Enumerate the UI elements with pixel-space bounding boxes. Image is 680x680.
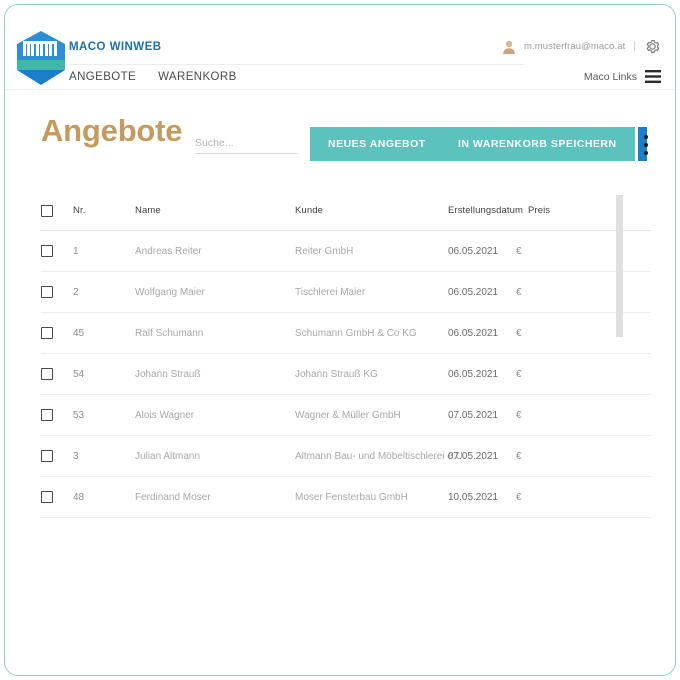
row-select-cell — [41, 450, 73, 462]
search-input[interactable] — [195, 137, 298, 154]
row-checkbox[interactable] — [41, 450, 53, 462]
row-checkbox[interactable] — [41, 245, 53, 257]
table-row[interactable]: 53Alois WagnerWagner & Müller GmbH07.05.… — [41, 395, 651, 436]
row-select-cell — [41, 286, 73, 298]
table-row[interactable]: 54Johann StraußJohann Strauß KG06.05.202… — [41, 354, 651, 395]
cell-name: Wolfgang Maier — [135, 287, 295, 298]
kebab-dot-2 — [644, 143, 648, 147]
cell-preis: € — [516, 328, 576, 339]
row-checkbox[interactable] — [41, 409, 53, 421]
brand-title: MACO WINWEB — [69, 41, 161, 53]
cell-kunde: Reiter GmbH — [295, 246, 448, 257]
column-header-name[interactable]: Name — [135, 205, 295, 216]
search-field — [195, 133, 298, 154]
cell-nr: 2 — [73, 287, 135, 298]
nav-item-warenkorb[interactable]: WARENKORB — [158, 71, 237, 83]
cell-kunde: Moser Fensterbau GmbH — [295, 492, 448, 503]
save-to-cart-button-group: IN WARENKORB SPEICHERN — [440, 127, 647, 161]
user-email: m.musterfrau@maco.at — [524, 41, 625, 52]
offers-table: Nr. Name Kunde Erstellungsdatum Preis 1A… — [41, 191, 651, 518]
row-checkbox[interactable] — [41, 491, 53, 503]
new-offer-button[interactable]: NEUES ANGEBOT — [310, 127, 444, 161]
cell-nr: 3 — [73, 451, 135, 462]
cell-preis: € — [516, 410, 576, 421]
select-all-cell — [41, 205, 73, 217]
cell-datum: 07.05.2021 — [448, 410, 516, 421]
cell-preis: € — [516, 451, 576, 462]
more-options-icon[interactable] — [639, 135, 653, 155]
row-select-cell — [41, 491, 73, 503]
table-header-row: Nr. Name Kunde Erstellungsdatum Preis — [41, 191, 651, 231]
nav-item-angebote[interactable]: ANGEBOTE — [69, 71, 136, 83]
cell-kunde: Wagner & Müller GmbH — [295, 410, 448, 421]
cell-nr: 1 — [73, 246, 135, 257]
app-window: MACO WINWEB ANGEBOTE WARENKORB m.musterf… — [4, 4, 676, 676]
row-checkbox[interactable] — [41, 368, 53, 380]
main-navigation: ANGEBOTE WARENKORB — [69, 71, 237, 83]
cell-nr: 53 — [73, 410, 135, 421]
app-header: MACO WINWEB ANGEBOTE WARENKORB m.musterf… — [5, 5, 675, 90]
kebab-dot-1 — [644, 135, 648, 139]
maco-logo[interactable] — [15, 30, 67, 86]
cell-name: Andreas Reiter — [135, 246, 295, 257]
cell-name: Ralf Schumann — [135, 328, 295, 339]
hamburger-menu-icon[interactable] — [645, 70, 661, 83]
cell-kunde: Tischlerei Maier — [295, 287, 448, 298]
table-row[interactable]: 1Andreas ReiterReiter GmbH06.05.2021€ — [41, 231, 651, 272]
row-checkbox[interactable] — [41, 327, 53, 339]
column-header-nr[interactable]: Nr. — [73, 205, 135, 216]
header-divider — [69, 64, 524, 65]
cell-preis: € — [516, 369, 576, 380]
cell-kunde: Schumann GmbH & Co KG — [295, 328, 448, 339]
page-title: Angebote — [41, 113, 182, 149]
cell-nr: 45 — [73, 328, 135, 339]
table-row[interactable]: 45Ralf SchumannSchumann GmbH & Co KG06.0… — [41, 313, 651, 354]
cell-name: Johann Strauß — [135, 369, 295, 380]
select-all-checkbox[interactable] — [41, 205, 53, 217]
user-avatar-icon — [501, 39, 517, 55]
table-row[interactable]: 48Ferdinand MoserMoser Fensterbau GmbH10… — [41, 477, 651, 518]
cell-name: Alois Wagner — [135, 410, 295, 421]
user-area: m.musterfrau@maco.at | — [501, 38, 661, 55]
maco-links-label: Maco Links — [584, 71, 637, 83]
row-select-cell — [41, 409, 73, 421]
column-header-datum[interactable]: Erstellungsdatum — [448, 205, 528, 216]
column-header-preis[interactable]: Preis — [528, 205, 588, 216]
save-to-cart-button[interactable]: IN WARENKORB SPEICHERN — [440, 127, 635, 161]
cell-preis: € — [516, 287, 576, 298]
new-offer-button-group: NEUES ANGEBOT — [310, 127, 456, 161]
kebab-dot-3 — [644, 151, 648, 155]
maco-logo-icon — [15, 30, 67, 86]
cell-datum: 07.05.2021 — [448, 451, 516, 462]
cell-datum: 06.05.2021 — [448, 246, 516, 257]
column-header-kunde[interactable]: Kunde — [295, 205, 448, 216]
row-select-cell — [41, 245, 73, 257]
row-select-cell — [41, 368, 73, 380]
cell-nr: 54 — [73, 369, 135, 380]
table-scrollbar-thumb[interactable] — [616, 195, 623, 337]
cell-preis: € — [516, 246, 576, 257]
cell-name: Ferdinand Moser — [135, 492, 295, 503]
gear-icon[interactable] — [644, 38, 661, 55]
toolbar: Angebote NEUES ANGEBOT IN WARENKORB SPEI… — [5, 113, 675, 175]
row-select-cell — [41, 327, 73, 339]
user-separator: | — [632, 41, 637, 52]
table-body: 1Andreas ReiterReiter GmbH06.05.2021€2Wo… — [41, 231, 651, 518]
cell-name: Julian Altmann — [135, 451, 295, 462]
row-checkbox[interactable] — [41, 286, 53, 298]
cell-datum: 06.05.2021 — [448, 369, 516, 380]
cell-kunde: Johann Strauß KG — [295, 369, 448, 380]
table-row[interactable]: 2Wolfgang MaierTischlerei Maier06.05.202… — [41, 272, 651, 313]
cell-datum: 06.05.2021 — [448, 328, 516, 339]
table-row[interactable]: 3Julian AltmannAltmann Bau- und Möbeltis… — [41, 436, 651, 477]
cell-kunde: Altmann Bau- und Möbeltischlerei e.U. — [295, 451, 448, 462]
cell-datum: 06.05.2021 — [448, 287, 516, 298]
cell-preis: € — [516, 492, 576, 503]
cell-datum: 10.05.2021 — [448, 492, 516, 503]
cell-nr: 48 — [73, 492, 135, 503]
maco-links-button[interactable]: Maco Links — [584, 70, 661, 83]
